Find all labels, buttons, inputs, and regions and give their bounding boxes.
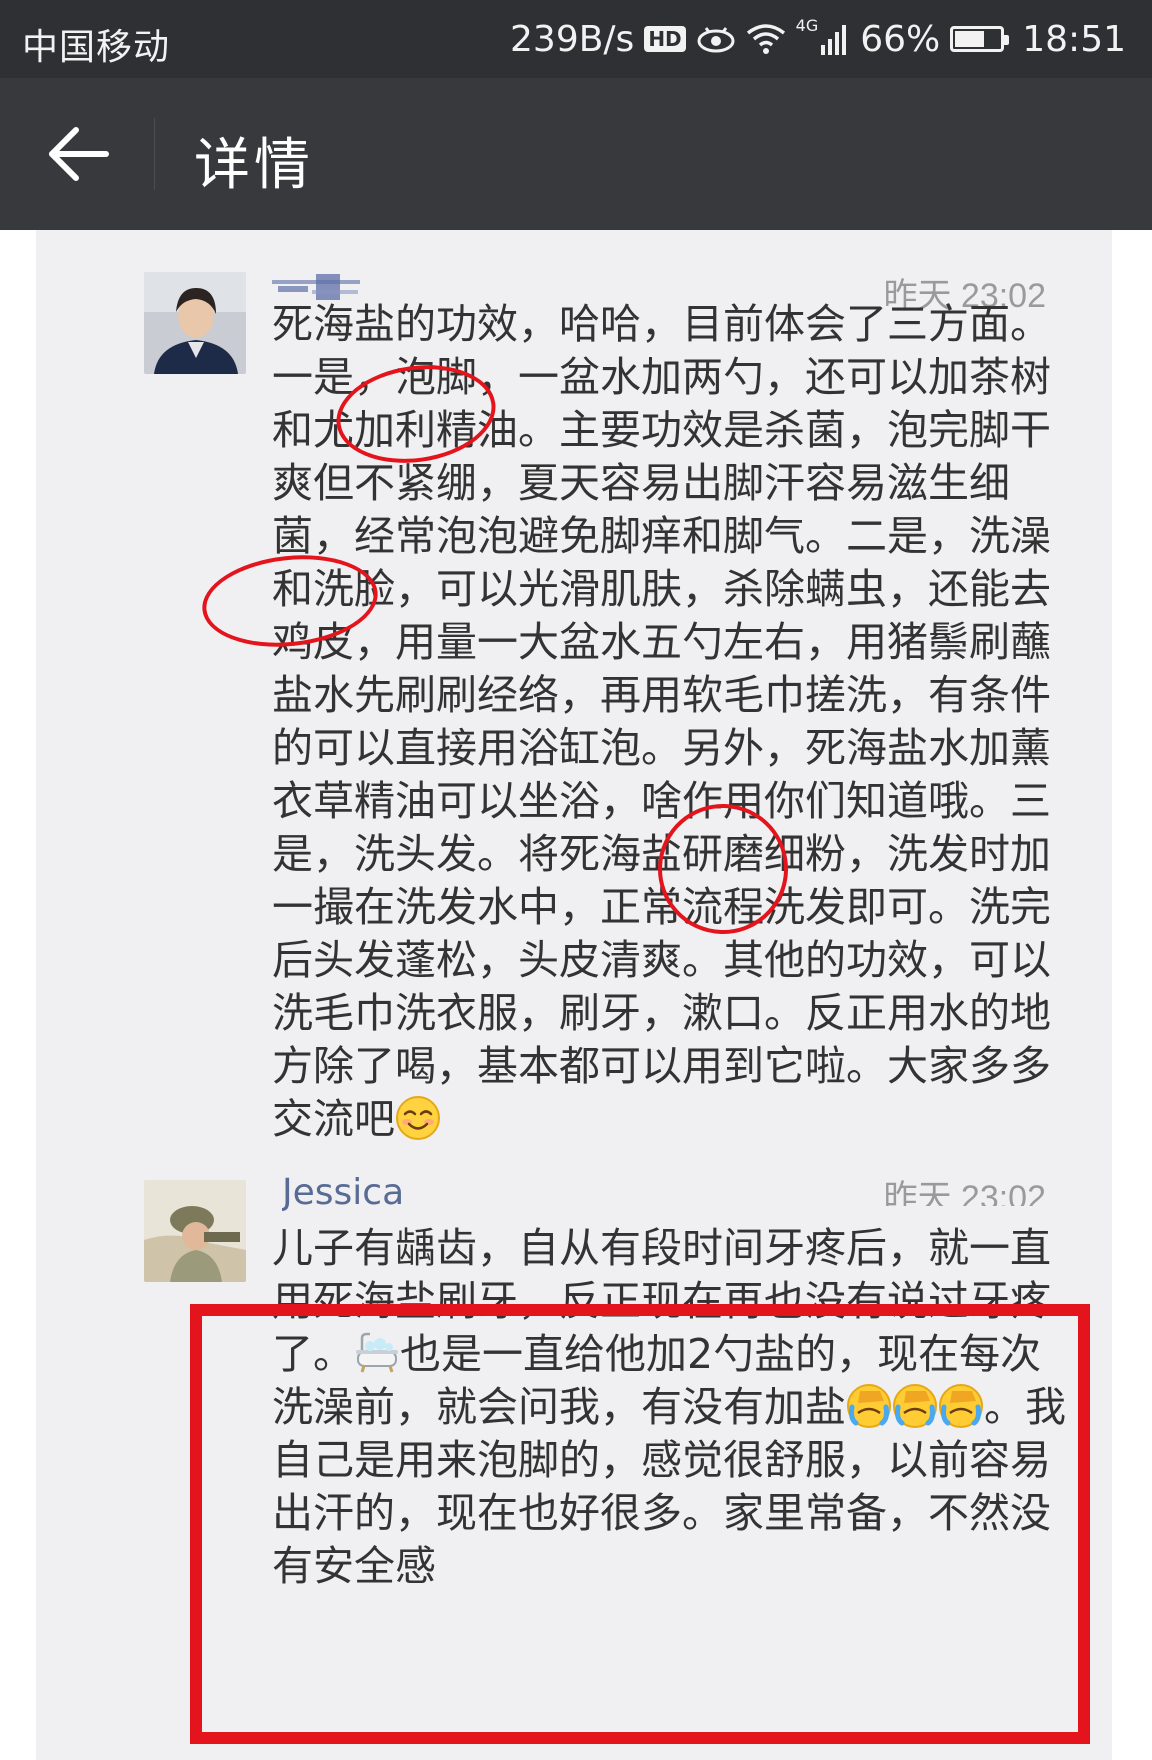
avatar[interactable] [144,272,246,374]
comment-author-name[interactable]: Jessica [282,1172,404,1212]
annotation-rectangle [190,1304,1090,1744]
eye-icon [697,27,735,53]
comment-item[interactable]: 昨天 23:02 死海盐的功效，哈哈，目前体会了三方面。一是，泡脚，一盆水加两勺… [36,230,1112,1270]
page-title: 详情 [194,133,314,198]
smile-emoji-icon [396,1096,440,1140]
battery-icon [950,26,1010,52]
status-bar: 中国移动 239B/s HD 4G 66% 18:51 [0,0,1152,78]
status-icons: 239B/s HD 4G 66% 18:51 [500,16,1126,62]
back-arrow-icon[interactable] [42,116,118,192]
title-divider [154,118,155,190]
avatar[interactable] [144,1180,246,1282]
hd-icon: HD [644,26,686,52]
title-bar: 详情 [0,78,1152,230]
battery-percent: 66% [860,18,941,60]
comment-time: 昨天 23:02 [883,1179,1046,1206]
clock: 18:51 [1022,18,1126,60]
carrier-label: 中国移动 [22,27,171,68]
signal-icon [821,25,847,55]
network-speed: 239B/s [510,18,635,60]
network-type: 4G [795,15,819,35]
wifi-icon [746,24,785,54]
